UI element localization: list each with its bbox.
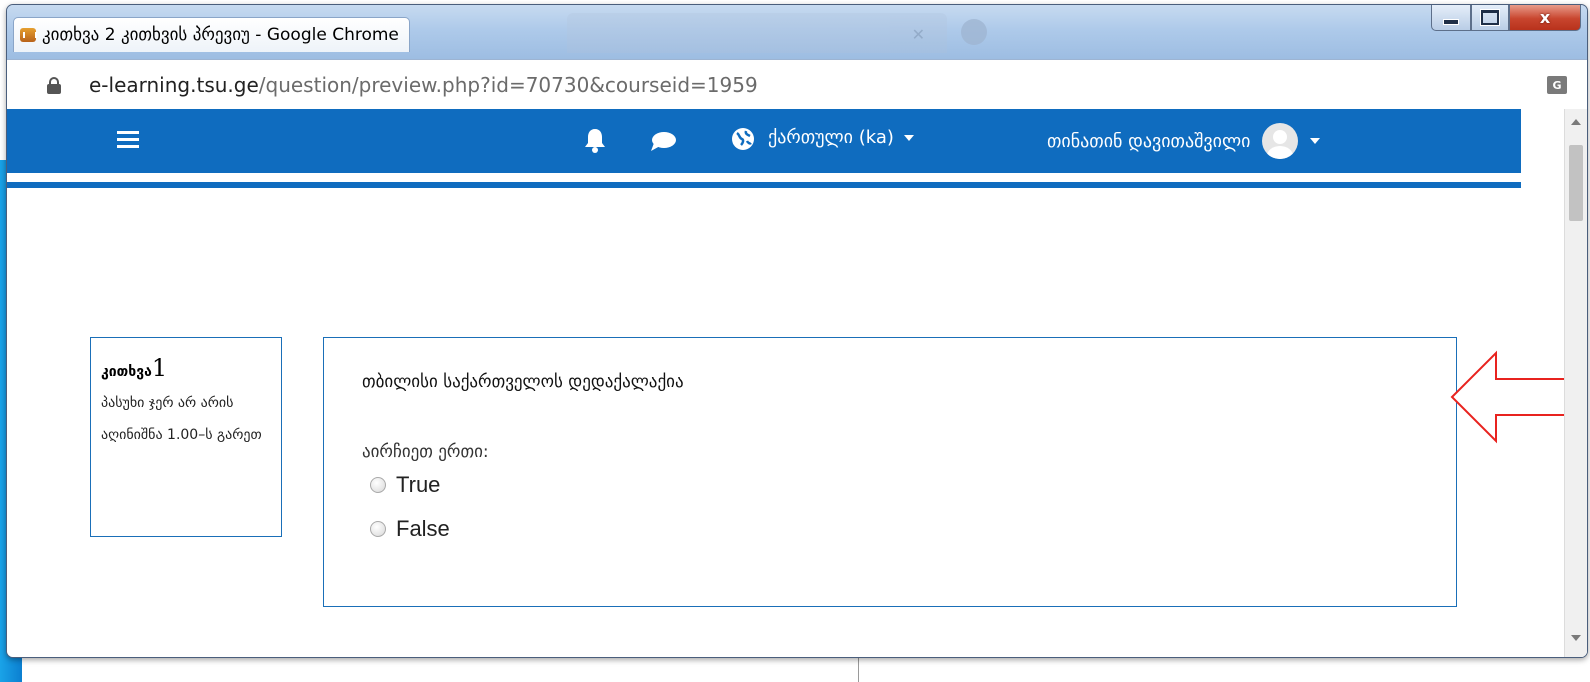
answer-option-true[interactable]: True — [370, 472, 440, 498]
vertical-scrollbar[interactable] — [1564, 109, 1587, 657]
user-chevron-down-icon — [1310, 138, 1321, 144]
question-number-value: 1 — [151, 354, 168, 382]
globe-icon[interactable] — [731, 127, 755, 151]
question-text: თბილისი საქართველოს დედაქალაქია — [362, 372, 684, 392]
window-title: კითხვა 2 კითხვის პრევიუ - Google Chrome — [42, 25, 399, 45]
scroll-up-icon[interactable] — [1571, 119, 1581, 125]
maximize-button[interactable] — [1471, 5, 1509, 31]
answer-prompt: აირჩიეთ ერთი: — [362, 442, 489, 462]
radio-true[interactable] — [370, 477, 386, 493]
close-icon: x — [1539, 8, 1551, 27]
chevron-down-icon — [903, 134, 914, 141]
red-arrow-annotation — [1450, 350, 1579, 444]
ghost-close-icon: ✕ — [911, 25, 925, 44]
language-label: ქართული (ka) — [768, 127, 894, 148]
scroll-down-icon[interactable] — [1571, 635, 1581, 641]
url-text[interactable]: e-learning.tsu.ge/question/preview.php?i… — [89, 73, 758, 97]
user-menu[interactable]: თინათინ დავითაშვილი — [1047, 123, 1321, 159]
language-menu[interactable]: ქართული (ka) — [768, 127, 914, 148]
hamburger-menu-icon[interactable] — [117, 131, 139, 148]
title-bar: ✕ კითხვა 2 კითხვის პრევიუ - Google Chrom… — [7, 5, 1587, 59]
translate-icon[interactable]: G — [1547, 76, 1567, 94]
question-grade: აღინიშნა 1.00–ს გარეთ — [101, 427, 262, 443]
question-state: პასუხი ჯერ არ არის — [101, 395, 234, 411]
close-button[interactable]: x — [1509, 5, 1581, 31]
page-viewport: ქართული (ka) თინათინ დავითაშვილი კითხვა1… — [7, 109, 1587, 657]
answer-option-false[interactable]: False — [370, 516, 450, 542]
top-navbar: ქართული (ka) თინათინ დავითაშვილი — [7, 109, 1521, 173]
minimize-button[interactable] — [1431, 5, 1471, 31]
maximize-icon — [1481, 10, 1499, 25]
lock-icon[interactable] — [47, 77, 61, 94]
window-controls: x — [1431, 5, 1581, 31]
answer-label-true: True — [396, 472, 441, 497]
avatar — [1262, 123, 1299, 159]
browser-window: ✕ კითხვა 2 კითხვის პრევიუ - Google Chrom… — [6, 4, 1588, 658]
url-path: /question/preview.php?id=70730&courseid=… — [258, 73, 758, 97]
window-title-tab[interactable]: კითხვა 2 კითხვის პრევიუ - Google Chrome — [13, 17, 410, 52]
question-title: კითხვა — [101, 364, 152, 380]
question-number: კითხვა1 — [101, 354, 271, 382]
question-info-box: კითხვა1 პასუხი ჯერ არ არის აღინიშნა 1.00… — [90, 337, 282, 537]
url-host: e-learning.tsu.ge — [89, 73, 259, 97]
scroll-thumb[interactable] — [1569, 145, 1583, 221]
moodle-app-icon — [20, 28, 37, 42]
minimize-icon — [1443, 18, 1459, 25]
user-name: თინათინ დავითაშვილი — [1047, 130, 1251, 152]
question-content-box: თბილისი საქართველოს დედაქალაქია აირჩიეთ … — [323, 337, 1457, 607]
navbar-underline — [7, 182, 1521, 188]
background-window-tab: ✕ — [567, 13, 947, 53]
chat-icon[interactable] — [650, 131, 676, 153]
radio-false[interactable] — [370, 521, 386, 537]
ghost-new-tab-icon — [961, 19, 987, 45]
answer-label-false: False — [396, 516, 450, 541]
address-bar[interactable]: e-learning.tsu.ge/question/preview.php?i… — [7, 59, 1587, 110]
bell-icon[interactable] — [584, 127, 606, 153]
